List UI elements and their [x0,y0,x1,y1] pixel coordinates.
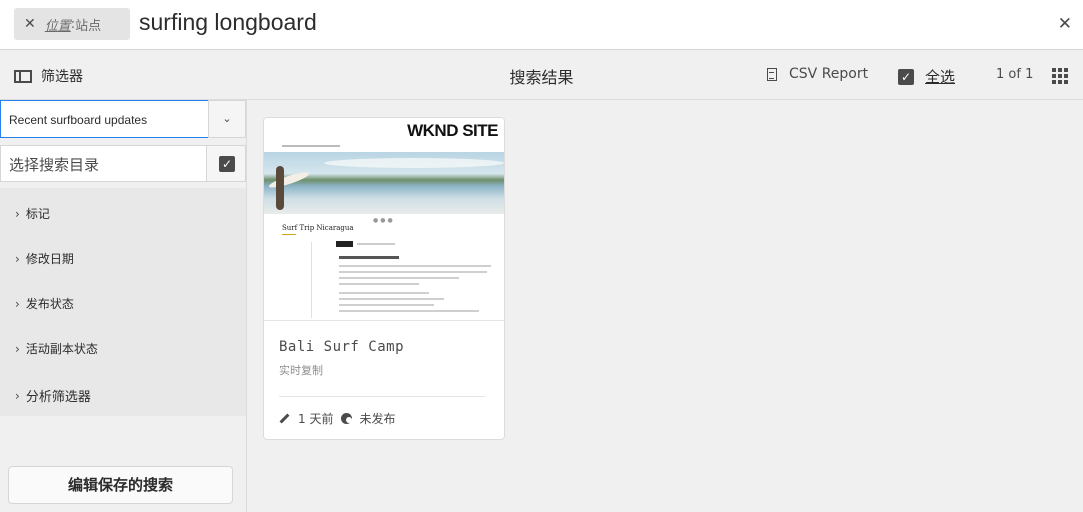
search-directory-input[interactable]: 选择搜索目录 [0,145,207,182]
chevron-right-icon: › [15,206,20,221]
thumbnail-brand: WKND SITE [407,121,498,140]
chevron-right-icon: › [15,388,20,403]
csv-report-label: CSV Report [789,66,869,82]
modified-time: 1 天前 [298,412,334,426]
card-divider [279,396,485,397]
select-all-checkbox-icon: ✓ [898,68,914,85]
path-browser-button[interactable]: ✓ [206,145,246,182]
grid-view-icon[interactable] [1052,68,1068,84]
facet-label: 标记 [25,207,50,221]
edit-saved-search-button[interactable]: 编辑保存的搜索 [8,466,233,504]
globe-icon [341,413,353,424]
select-all-button[interactable]: ✓ 全选 [898,66,955,87]
facet-label: 修改日期 [25,252,74,266]
edit-icon [279,413,290,424]
facet-tags[interactable]: › 标记 [15,205,50,222]
result-card[interactable]: WKND SITE ●●● Surf Trip Nicaragua Bali S… [263,117,505,440]
card-subtitle: 实时复制 [279,364,323,377]
csv-report-button[interactable]: CSV Report [767,66,868,82]
facet-modified-date[interactable]: › 修改日期 [15,250,74,267]
location-filter-tag[interactable]: ✕ 位置 : 站点 [14,8,130,40]
close-icon[interactable]: ✕ [1058,14,1072,34]
checkmark-icon: ✓ [219,156,235,172]
facet-label: 分析筛选器 [25,390,91,405]
chevron-right-icon: › [15,251,20,266]
publish-status: 未发布 [359,412,396,426]
facet-publish-status[interactable]: › 发布状态 [15,295,74,312]
action-bar: 筛选器 搜索结果 CSV Report ✓ 全选 1 of 1 [0,51,1083,100]
facet-label: 活动副本状态 [25,342,98,356]
facet-live-copy-status[interactable]: › 活动副本状态 [15,340,98,357]
card-meta: 1 天前 未发布 [279,410,395,427]
facet-analytics-filters[interactable]: › 分析筛选器 [15,386,91,406]
page-thumbnail: WKND SITE ●●● Surf Trip Nicaragua [264,118,504,321]
select-all-label: 全选 [925,68,956,86]
thumbnail-heading: Surf Trip Nicaragua [282,224,354,232]
result-count: 1 of 1 [996,67,1034,82]
filter-rail: Recent surfboard updates ⌄ 选择搜索目录 ✓ › 标记… [0,100,247,512]
csv-report-icon [767,67,777,81]
omnisearch-bar: ✕ 位置 : 站点 surfing longboard ✕ [0,0,1083,50]
search-input[interactable]: surfing longboard [139,9,317,36]
chevron-right-icon: › [15,296,20,311]
tag-key: 位置 [44,18,71,34]
facet-list: › 标记 › 修改日期 › 发布状态 › 活动副本状态 › 分析筛选器 [0,188,246,416]
close-icon[interactable]: ✕ [24,16,36,32]
chevron-right-icon: › [15,341,20,356]
chevron-down-icon[interactable]: ⌄ [208,100,246,138]
saved-search-select[interactable]: Recent surfboard updates [0,100,209,138]
facet-label: 发布状态 [25,297,74,311]
card-title: Bali Surf Camp [279,339,405,355]
tag-value: 站点 [75,18,102,34]
